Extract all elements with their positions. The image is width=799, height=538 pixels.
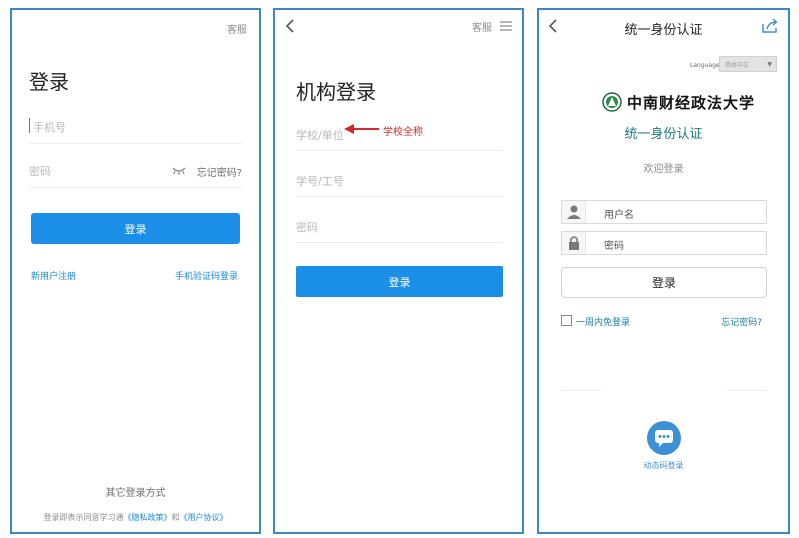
school-placeholder: 学校/单位 — [296, 129, 344, 142]
divider-right — [727, 390, 767, 391]
forgot-password-link[interactable]: 忘记密码? — [197, 164, 242, 179]
forgot-password-link[interactable]: 忘记密码? — [721, 315, 762, 328]
language-select[interactable]: 简体中文 ▼ — [719, 56, 777, 72]
remember-checkbox[interactable] — [561, 315, 572, 326]
institution-login-panel: 客服 机构登录 学校/单位 学校全称 学号/工号 密码 登录 — [273, 8, 524, 534]
password-input[interactable]: 密码 — [296, 213, 503, 243]
dynamic-login-button[interactable] — [647, 421, 681, 455]
username-input[interactable]: 用户名 — [561, 200, 767, 224]
divider-left — [561, 390, 601, 391]
login-button[interactable]: 登录 — [561, 267, 767, 298]
welcome-text: 欢迎登录 — [643, 164, 684, 175]
university-name: 中南财经政法大学 — [627, 94, 756, 112]
language-label: Language: — [690, 62, 722, 69]
student-id-input[interactable]: 学号/工号 — [296, 167, 503, 197]
username-placeholder: 用户名 — [604, 210, 634, 221]
annotation-label: 学校全称 — [383, 127, 423, 138]
user-icon-box — [562, 201, 586, 223]
dynamic-login-label[interactable]: 动态码登录 — [539, 460, 788, 471]
phone-placeholder: 手机号 — [33, 121, 66, 134]
sms-login-link[interactable]: 手机验证码登录 — [175, 269, 238, 282]
user-agreement-link[interactable]: 《用户协议》 — [180, 513, 228, 522]
page-title: 机构登录 — [296, 80, 376, 104]
lock-icon-box — [562, 232, 586, 254]
remember-label[interactable]: 一周内免登录 — [576, 315, 630, 328]
password-placeholder: 密码 — [604, 241, 624, 252]
auth-title: 统一身份认证 — [624, 127, 703, 142]
password-placeholder: 密码 — [29, 165, 51, 178]
share-icon[interactable] — [761, 18, 779, 34]
student-id-placeholder: 学号/工号 — [296, 175, 344, 188]
other-login-methods[interactable]: 其它登录方式 — [12, 484, 259, 499]
login-button[interactable]: 登录 — [31, 213, 240, 244]
chat-icon — [655, 430, 673, 447]
phone-login-panel: 客服 登录 手机号 密码 忘记密码? 登录 新用户注册 手机验证码登录 其它登录… — [10, 8, 261, 534]
password-input[interactable]: 密码 忘记密码? — [29, 152, 242, 188]
password-placeholder: 密码 — [296, 221, 318, 234]
phone-input[interactable]: 手机号 — [29, 108, 242, 144]
customer-service-link[interactable]: 客服 — [227, 21, 247, 36]
language-value: 简体中文 — [725, 62, 750, 69]
customer-service-link[interactable]: 客服 — [472, 19, 492, 34]
lock-icon — [569, 236, 579, 250]
user-icon — [567, 205, 581, 219]
back-icon[interactable] — [283, 18, 297, 34]
red-arrow-icon — [344, 124, 379, 134]
eye-closed-icon[interactable] — [172, 166, 186, 175]
agreement-text: 登录即表示同意学习通《隐私政策》和《用户协议》 — [12, 512, 259, 523]
register-link[interactable]: 新用户注册 — [31, 269, 76, 282]
agreement-prefix: 登录即表示同意学习通 — [43, 513, 124, 522]
text-cursor — [29, 118, 30, 133]
menu-icon[interactable] — [500, 21, 512, 31]
caret-down-icon: ▼ — [767, 61, 772, 68]
agreement-and: 和 — [171, 513, 180, 522]
unified-auth-panel: 统一身份认证 Language: 简体中文 ▼ 中南财经政法大学 统一身份认证 … — [537, 8, 790, 534]
privacy-policy-link[interactable]: 《隐私政策》 — [124, 513, 172, 522]
header-title: 统一身份认证 — [624, 23, 703, 38]
password-input[interactable]: 密码 — [561, 231, 767, 255]
page-title: 登录 — [29, 70, 69, 94]
university-logo-icon — [602, 92, 622, 112]
login-button[interactable]: 登录 — [296, 266, 503, 297]
